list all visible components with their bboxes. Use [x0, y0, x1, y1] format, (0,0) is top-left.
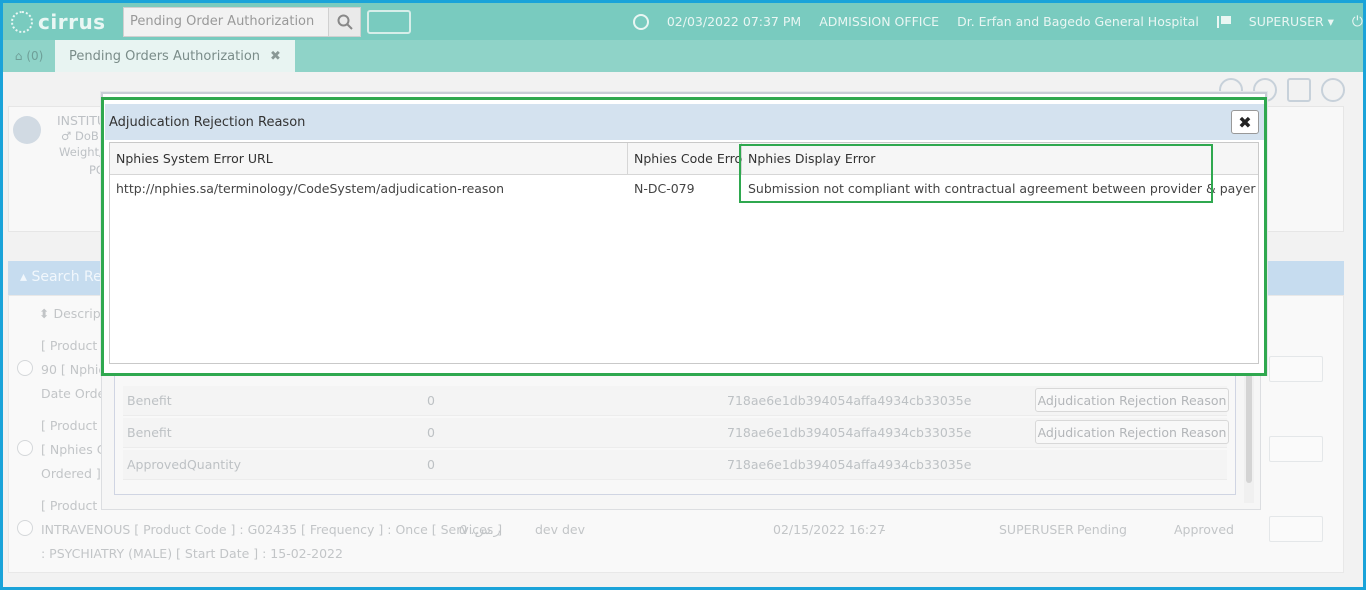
power-icon[interactable]: ⏻: [1352, 14, 1363, 30]
tab-pending-orders-authorization[interactable]: Pending Orders Authorization ✖: [55, 40, 295, 72]
app-logo-text: cirrus: [38, 9, 106, 34]
home-tab-count: (0): [26, 49, 44, 63]
column-header-code-error[interactable]: Nphies Code Error: [628, 143, 747, 175]
row-display-error: Submission not compliant with contractua…: [748, 181, 1256, 196]
search-button[interactable]: [329, 6, 361, 37]
rejection-reason-table: Nphies System Error URL Nphies Code Erro…: [109, 142, 1259, 364]
row-system-error-url: http://nphies.sa/terminology/CodeSystem/…: [116, 181, 505, 196]
user-menu[interactable]: SUPERUSER ▾: [1249, 14, 1334, 29]
adjudication-rejection-reason-dialog: Adjudication Rejection Reason ✖ Nphies S…: [101, 92, 1267, 375]
cirrus-logo-icon: [11, 10, 33, 33]
dialog-close-button[interactable]: ✖: [1231, 110, 1259, 134]
dialog-header: Adjudication Rejection Reason ✖: [105, 104, 1265, 140]
current-datetime: 02/03/2022 07:37 PM: [666, 14, 802, 29]
globe-icon[interactable]: [632, 13, 649, 30]
row-code-error: N-DC-079: [634, 181, 695, 196]
global-search-input[interactable]: Pending Order Authorization: [123, 6, 329, 37]
column-header-system-error-url[interactable]: Nphies System Error URL: [110, 143, 628, 175]
top-navigation-bar: cirrus Pending Order Authorization 02/03…: [3, 3, 1363, 40]
app-logo[interactable]: cirrus: [11, 10, 123, 34]
department-name[interactable]: ADMISSION OFFICE: [819, 14, 939, 29]
tab-bar: ⌂ (0) Pending Orders Authorization ✖: [3, 40, 1363, 72]
column-header-display-error[interactable]: Nphies Display Error: [742, 143, 1258, 175]
keyboard-icon[interactable]: [367, 9, 411, 34]
dialog-title: Adjudication Rejection Reason: [109, 114, 306, 130]
tab-label: Pending Orders Authorization: [69, 48, 261, 64]
home-tab[interactable]: ⌂ (0): [3, 40, 55, 72]
tab-close-icon[interactable]: ✖: [270, 49, 281, 64]
top-right-info: 02/03/2022 07:37 PM ADMISSION OFFICE Dr.…: [615, 13, 1363, 30]
home-icon: ⌂: [14, 49, 23, 63]
flag-icon[interactable]: [1216, 15, 1231, 28]
search-icon: [337, 14, 353, 30]
hospital-name[interactable]: Dr. Erfan and Bagedo General Hospital: [957, 14, 1199, 29]
